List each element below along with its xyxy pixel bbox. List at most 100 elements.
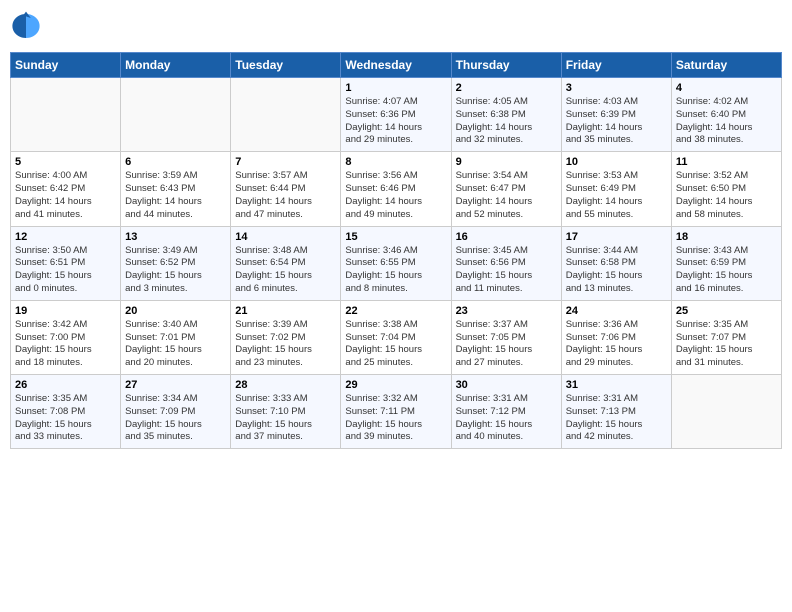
- day-number: 14: [235, 231, 336, 243]
- day-info: Sunrise: 3:43 AM Sunset: 6:59 PM Dayligh…: [676, 245, 777, 296]
- weekday-header: Sunday: [11, 53, 121, 78]
- day-number: 2: [456, 82, 557, 94]
- calendar-cell: 18 Sunrise: 3:43 AM Sunset: 6:59 PM Dayli…: [671, 226, 781, 300]
- day-info: Sunrise: 3:39 AM Sunset: 7:02 PM Dayligh…: [235, 319, 336, 370]
- day-info: Sunrise: 3:31 AM Sunset: 7:13 PM Dayligh…: [566, 393, 667, 444]
- day-number: 4: [676, 82, 777, 94]
- calendar-cell: 29 Sunrise: 3:32 AM Sunset: 7:11 PM Dayli…: [341, 375, 451, 449]
- weekday-header: Saturday: [671, 53, 781, 78]
- day-info: Sunrise: 3:46 AM Sunset: 6:55 PM Dayligh…: [345, 245, 446, 296]
- day-info: Sunrise: 4:02 AM Sunset: 6:40 PM Dayligh…: [676, 96, 777, 147]
- day-number: 19: [15, 305, 116, 317]
- calendar-cell: 24Sunrise: 3:36 AM Sunset: 7:06 PM Dayli…: [561, 300, 671, 374]
- day-info: Sunrise: 3:32 AM Sunset: 7:11 PM Dayligh…: [345, 393, 446, 444]
- day-number: 10: [566, 156, 667, 168]
- calendar-cell: 7Sunrise: 3:57 AM Sunset: 6:44 PM Daylig…: [231, 152, 341, 226]
- calendar-cell: 28 Sunrise: 3:33 AM Sunset: 7:10 PM Dayli…: [231, 375, 341, 449]
- calendar-week-row: 12Sunrise: 3:50 AM Sunset: 6:51 PM Dayli…: [11, 226, 782, 300]
- calendar-cell: 23 Sunrise: 3:37 AM Sunset: 7:05 PM Dayli…: [451, 300, 561, 374]
- day-number: 31: [566, 379, 667, 391]
- day-info: Sunrise: 4:05 AM Sunset: 6:38 PM Dayligh…: [456, 96, 557, 147]
- day-number: 23: [456, 305, 557, 317]
- calendar-cell: 12Sunrise: 3:50 AM Sunset: 6:51 PM Dayli…: [11, 226, 121, 300]
- calendar-cell: 6 Sunrise: 3:59 AM Sunset: 6:43 PM Daylig…: [121, 152, 231, 226]
- day-info: Sunrise: 3:35 AM Sunset: 7:08 PM Dayligh…: [15, 393, 116, 444]
- calendar-cell: 11 Sunrise: 3:52 AM Sunset: 6:50 PM Dayli…: [671, 152, 781, 226]
- day-number: 28: [235, 379, 336, 391]
- day-info: Sunrise: 3:54 AM Sunset: 6:47 PM Dayligh…: [456, 170, 557, 221]
- calendar-cell: 19 Sunrise: 3:42 AM Sunset: 7:00 PM Dayli…: [11, 300, 121, 374]
- calendar-cell: 25 Sunrise: 3:35 AM Sunset: 7:07 PM Dayli…: [671, 300, 781, 374]
- day-info: Sunrise: 3:34 AM Sunset: 7:09 PM Dayligh…: [125, 393, 226, 444]
- calendar-cell: 8 Sunrise: 3:56 AM Sunset: 6:46 PM Daylig…: [341, 152, 451, 226]
- calendar-cell: 14 Sunrise: 3:48 AM Sunset: 6:54 PM Dayli…: [231, 226, 341, 300]
- calendar-cell: 9 Sunrise: 3:54 AM Sunset: 6:47 PM Daylig…: [451, 152, 561, 226]
- day-info: Sunrise: 3:45 AM Sunset: 6:56 PM Dayligh…: [456, 245, 557, 296]
- day-number: 21: [235, 305, 336, 317]
- day-number: 3: [566, 82, 667, 94]
- calendar-cell: 22Sunrise: 3:38 AM Sunset: 7:04 PM Dayli…: [341, 300, 451, 374]
- calendar-cell: 4 Sunrise: 4:02 AM Sunset: 6:40 PM Daylig…: [671, 78, 781, 152]
- day-number: 6: [125, 156, 226, 168]
- weekday-header: Monday: [121, 53, 231, 78]
- calendar-cell: 17 Sunrise: 3:44 AM Sunset: 6:58 PM Dayli…: [561, 226, 671, 300]
- day-number: 30: [456, 379, 557, 391]
- day-info: Sunrise: 3:57 AM Sunset: 6:44 PM Dayligh…: [235, 170, 336, 221]
- day-number: 8: [345, 156, 446, 168]
- day-number: 17: [566, 231, 667, 243]
- day-info: Sunrise: 3:48 AM Sunset: 6:54 PM Dayligh…: [235, 245, 336, 296]
- day-info: Sunrise: 3:35 AM Sunset: 7:07 PM Dayligh…: [676, 319, 777, 370]
- weekday-header: Tuesday: [231, 53, 341, 78]
- day-number: 29: [345, 379, 446, 391]
- day-number: 13: [125, 231, 226, 243]
- day-info: Sunrise: 3:37 AM Sunset: 7:05 PM Dayligh…: [456, 319, 557, 370]
- day-info: Sunrise: 4:03 AM Sunset: 6:39 PM Dayligh…: [566, 96, 667, 147]
- day-number: 1: [345, 82, 446, 94]
- calendar-cell: 1Sunrise: 4:07 AM Sunset: 6:36 PM Daylig…: [341, 78, 451, 152]
- calendar-week-row: 26 Sunrise: 3:35 AM Sunset: 7:08 PM Dayli…: [11, 375, 782, 449]
- calendar-cell: 15 Sunrise: 3:46 AM Sunset: 6:55 PM Dayli…: [341, 226, 451, 300]
- day-info: Sunrise: 3:40 AM Sunset: 7:01 PM Dayligh…: [125, 319, 226, 370]
- calendar-cell: [671, 375, 781, 449]
- day-number: 16: [456, 231, 557, 243]
- calendar-cell: 3 Sunrise: 4:03 AM Sunset: 6:39 PM Daylig…: [561, 78, 671, 152]
- calendar-week-row: 5Sunrise: 4:00 AM Sunset: 6:42 PM Daylig…: [11, 152, 782, 226]
- day-info: Sunrise: 3:33 AM Sunset: 7:10 PM Dayligh…: [235, 393, 336, 444]
- page-header: [10, 10, 782, 42]
- day-info: Sunrise: 3:59 AM Sunset: 6:43 PM Dayligh…: [125, 170, 226, 221]
- calendar-cell: 16 Sunrise: 3:45 AM Sunset: 6:56 PM Dayli…: [451, 226, 561, 300]
- day-number: 26: [15, 379, 116, 391]
- calendar-cell: 5Sunrise: 4:00 AM Sunset: 6:42 PM Daylig…: [11, 152, 121, 226]
- day-number: 5: [15, 156, 116, 168]
- day-info: Sunrise: 3:56 AM Sunset: 6:46 PM Dayligh…: [345, 170, 446, 221]
- calendar-cell: 21 Sunrise: 3:39 AM Sunset: 7:02 PM Dayli…: [231, 300, 341, 374]
- logo-icon: [10, 10, 42, 42]
- calendar-week-row: 1Sunrise: 4:07 AM Sunset: 6:36 PM Daylig…: [11, 78, 782, 152]
- day-number: 9: [456, 156, 557, 168]
- day-info: Sunrise: 3:44 AM Sunset: 6:58 PM Dayligh…: [566, 245, 667, 296]
- calendar-cell: 26 Sunrise: 3:35 AM Sunset: 7:08 PM Dayli…: [11, 375, 121, 449]
- day-info: Sunrise: 3:52 AM Sunset: 6:50 PM Dayligh…: [676, 170, 777, 221]
- calendar-cell: 30 Sunrise: 3:31 AM Sunset: 7:12 PM Dayli…: [451, 375, 561, 449]
- day-info: Sunrise: 3:42 AM Sunset: 7:00 PM Dayligh…: [15, 319, 116, 370]
- calendar-week-row: 19 Sunrise: 3:42 AM Sunset: 7:00 PM Dayli…: [11, 300, 782, 374]
- calendar-cell: 10 Sunrise: 3:53 AM Sunset: 6:49 PM Dayli…: [561, 152, 671, 226]
- calendar-cell: [11, 78, 121, 152]
- day-number: 20: [125, 305, 226, 317]
- day-info: Sunrise: 3:49 AM Sunset: 6:52 PM Dayligh…: [125, 245, 226, 296]
- day-number: 25: [676, 305, 777, 317]
- day-number: 11: [676, 156, 777, 168]
- day-info: Sunrise: 3:53 AM Sunset: 6:49 PM Dayligh…: [566, 170, 667, 221]
- day-info: Sunrise: 3:38 AM Sunset: 7:04 PM Dayligh…: [345, 319, 446, 370]
- day-number: 24: [566, 305, 667, 317]
- day-number: 15: [345, 231, 446, 243]
- calendar-cell: 27Sunrise: 3:34 AM Sunset: 7:09 PM Dayli…: [121, 375, 231, 449]
- calendar-cell: [231, 78, 341, 152]
- calendar-cell: 31 Sunrise: 3:31 AM Sunset: 7:13 PM Dayli…: [561, 375, 671, 449]
- calendar-cell: 13 Sunrise: 3:49 AM Sunset: 6:52 PM Dayli…: [121, 226, 231, 300]
- day-info: Sunrise: 3:31 AM Sunset: 7:12 PM Dayligh…: [456, 393, 557, 444]
- weekday-header: Thursday: [451, 53, 561, 78]
- calendar-cell: 20 Sunrise: 3:40 AM Sunset: 7:01 PM Dayli…: [121, 300, 231, 374]
- day-info: Sunrise: 3:50 AM Sunset: 6:51 PM Dayligh…: [15, 245, 116, 296]
- day-number: 18: [676, 231, 777, 243]
